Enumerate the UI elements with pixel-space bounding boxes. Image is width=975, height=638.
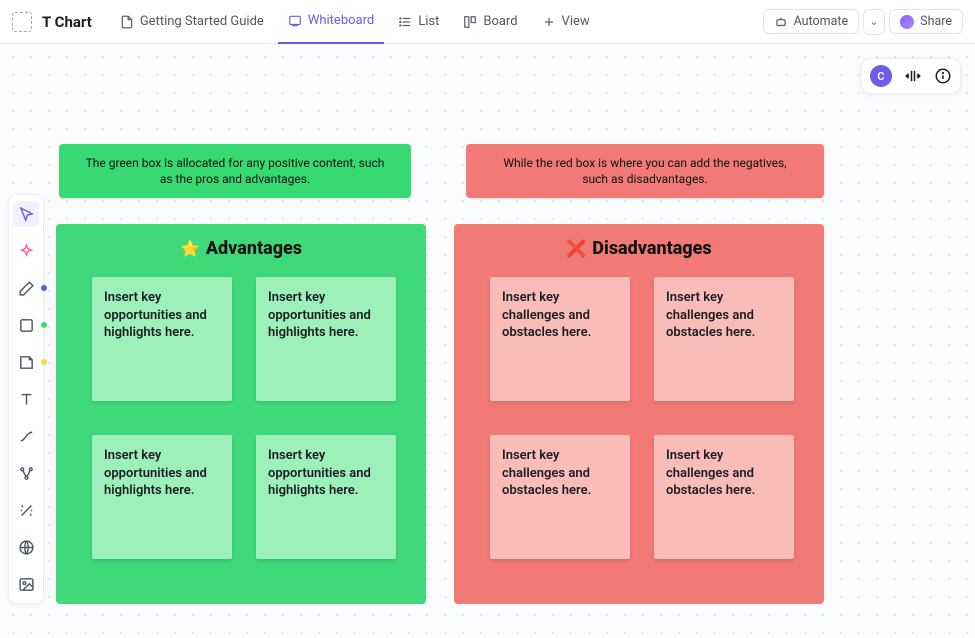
sparkle-icon: [18, 243, 35, 260]
left-toolbar: [8, 194, 44, 604]
relation-icon: [18, 465, 35, 482]
automate-dropdown[interactable]: ⌄: [863, 9, 885, 35]
tab-getting-started[interactable]: Getting Started Guide: [110, 0, 274, 44]
advantages-title: Advantages: [206, 238, 302, 259]
tab-add-view[interactable]: View: [532, 0, 600, 44]
user-avatar-icon: [900, 15, 914, 29]
magic-tool[interactable]: [13, 497, 39, 523]
sticky-card[interactable]: Insert key challenges and obstacles here…: [490, 435, 630, 559]
canvas-controls: C: [861, 58, 961, 94]
tab-label: View: [562, 14, 590, 29]
color-indicator-yellow: [41, 359, 47, 365]
presence-avatar[interactable]: C: [870, 65, 892, 87]
disadvantages-heading: ❌ Disadvantages: [454, 238, 824, 259]
disadvantages-title: Disadvantages: [592, 238, 711, 259]
note-strip-green[interactable]: The green box is allocated for any posit…: [59, 144, 411, 198]
list-icon: [398, 15, 412, 29]
whiteboard-icon: [288, 14, 302, 28]
share-label: Share: [920, 14, 952, 29]
tab-label: Board: [483, 14, 517, 29]
globe-icon: [18, 539, 35, 556]
shape-tool[interactable]: [13, 312, 39, 338]
tab-label: Getting Started Guide: [140, 14, 264, 29]
tab-board[interactable]: Board: [453, 0, 527, 44]
whiteboard-canvas[interactable]: C: [0, 44, 975, 638]
robot-icon: [774, 15, 788, 29]
connector-icon: [18, 428, 35, 445]
pointer-icon: [18, 206, 35, 223]
sticky-card[interactable]: Insert key challenges and obstacles here…: [490, 277, 630, 401]
automate-button[interactable]: Automate: [763, 9, 860, 34]
ai-tool[interactable]: [13, 238, 39, 264]
square-icon: [18, 317, 35, 334]
cross-icon: ❌: [566, 239, 586, 258]
image-tool[interactable]: [13, 571, 39, 597]
sticky-card[interactable]: Insert key opportunities and highlights …: [92, 435, 232, 559]
note-strip-red[interactable]: While the red box is where you can add t…: [466, 144, 824, 198]
tab-list[interactable]: List: [388, 0, 449, 44]
relation-tool[interactable]: [13, 460, 39, 486]
tab-label: List: [418, 14, 439, 29]
info-icon[interactable]: [934, 67, 952, 85]
page-icon: [120, 15, 134, 29]
pointer-tool[interactable]: [13, 201, 39, 227]
note-strip-text: The green box is allocated for any posit…: [83, 155, 387, 187]
pen-tool[interactable]: [13, 275, 39, 301]
web-tool[interactable]: [13, 534, 39, 560]
sticky-card[interactable]: Insert key opportunities and highlights …: [256, 435, 396, 559]
chevron-down-icon: ⌄: [870, 15, 879, 28]
image-icon: [18, 576, 35, 593]
advantages-panel[interactable]: ⭐ Advantages Insert key opportunities an…: [56, 224, 426, 604]
disadvantages-panel[interactable]: ❌ Disadvantages Insert key challenges an…: [454, 224, 824, 604]
text-icon: [18, 391, 35, 408]
sticky-note-icon: [18, 354, 35, 371]
doc-icon: [12, 12, 32, 32]
tab-whiteboard[interactable]: Whiteboard: [278, 0, 384, 44]
disadvantages-cards: Insert key challenges and obstacles here…: [454, 273, 824, 559]
advantages-cards: Insert key opportunities and highlights …: [56, 273, 426, 559]
page-title: T Chart: [42, 13, 92, 31]
share-button[interactable]: Share: [889, 9, 963, 34]
color-indicator-green: [41, 322, 47, 328]
pen-icon: [18, 280, 35, 297]
advantages-heading: ⭐ Advantages: [56, 238, 426, 259]
automate-label: Automate: [794, 14, 849, 29]
sticky-card[interactable]: Insert key opportunities and highlights …: [92, 277, 232, 401]
header-bar: T Chart Getting Started Guide Whiteboard…: [0, 0, 975, 44]
tab-label: Whiteboard: [308, 13, 374, 28]
fit-width-icon[interactable]: [904, 67, 922, 85]
text-tool[interactable]: [13, 386, 39, 412]
connector-tool[interactable]: [13, 423, 39, 449]
color-indicator-blue: [41, 285, 47, 291]
sticky-card[interactable]: Insert key challenges and obstacles here…: [654, 435, 794, 559]
sticky-card[interactable]: Insert key opportunities and highlights …: [256, 277, 396, 401]
sticky-note-tool[interactable]: [13, 349, 39, 375]
note-strip-text: While the red box is where you can add t…: [490, 155, 800, 187]
sticky-card[interactable]: Insert key challenges and obstacles here…: [654, 277, 794, 401]
star-icon: ⭐: [180, 239, 200, 258]
plus-icon: [542, 15, 556, 29]
board-icon: [463, 15, 477, 29]
magic-wand-icon: [18, 502, 35, 519]
